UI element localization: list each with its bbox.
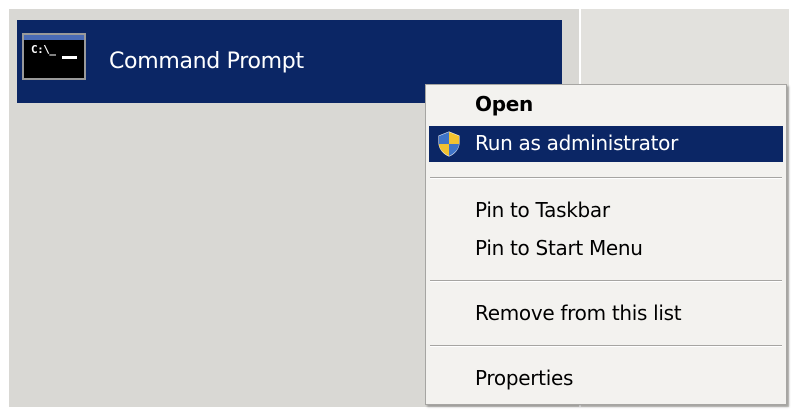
menu-item-label: Pin to Taskbar xyxy=(475,198,610,222)
menu-item-label: Remove from this list xyxy=(475,301,682,325)
menu-item-open[interactable]: Open xyxy=(429,87,783,123)
command-prompt-icon: C:\_ xyxy=(22,33,86,80)
menu-separator xyxy=(430,345,782,347)
menu-item-label: Properties xyxy=(475,366,574,390)
program-label: Command Prompt xyxy=(109,49,304,74)
menu-item-label: Run as administrator xyxy=(475,131,679,155)
menu-item-remove-from-list[interactable]: Remove from this list xyxy=(429,296,783,332)
uac-shield-icon xyxy=(438,131,460,157)
menu-item-label: Pin to Start Menu xyxy=(475,236,643,260)
command-prompt-icon-text: C:\_ xyxy=(31,43,56,56)
menu-item-run-as-administrator[interactable]: Run as administrator xyxy=(429,126,783,162)
menu-item-pin-to-taskbar[interactable]: Pin to Taskbar xyxy=(429,193,783,229)
menu-item-pin-to-start-menu[interactable]: Pin to Start Menu xyxy=(429,231,783,267)
menu-item-properties[interactable]: Properties xyxy=(429,361,783,397)
context-menu: Open Run as administrator Pin to Taskbar… xyxy=(425,84,787,405)
menu-item-label: Open xyxy=(475,92,533,116)
menu-separator xyxy=(430,280,782,282)
menu-separator xyxy=(430,177,782,179)
